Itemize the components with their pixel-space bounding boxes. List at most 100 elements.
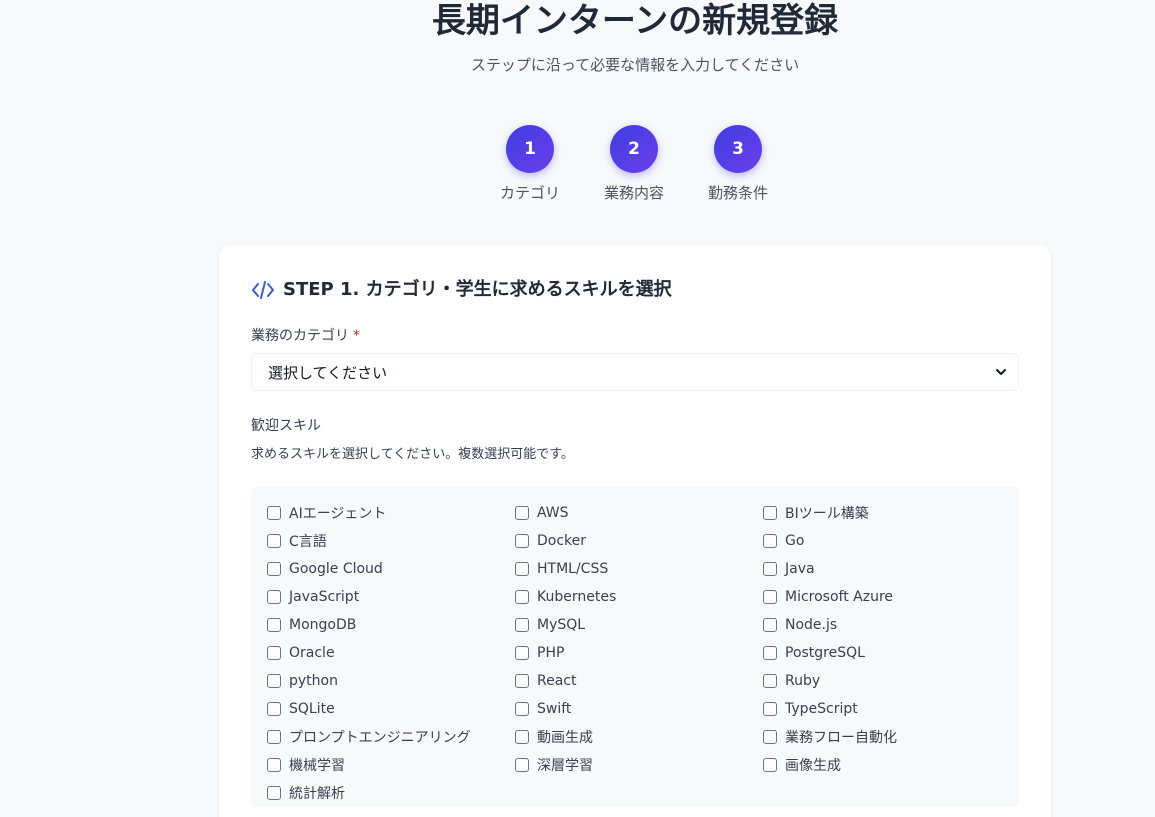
page-subtitle: ステップに沿って必要な情報を入力してください — [470, 56, 800, 74]
skills-label: 歓迎スキル — [251, 418, 321, 434]
skill-checkbox-item[interactable]: Docker — [515, 531, 586, 551]
skill-checkbox-item[interactable]: MongoDB — [267, 615, 356, 635]
skill-checkbox[interactable] — [267, 758, 281, 772]
skill-label: Google Cloud — [289, 561, 383, 577]
step-1[interactable]: 1 カテゴリ — [480, 125, 580, 203]
skill-checkbox[interactable] — [515, 590, 529, 604]
skill-checkbox-item[interactable]: Swift — [515, 699, 571, 719]
category-select-value: 選択してください — [268, 363, 388, 382]
skill-checkbox-item[interactable]: プロンプトエンジニアリング — [267, 727, 471, 747]
skill-checkbox[interactable] — [515, 702, 529, 716]
step-3-label: 勤務条件 — [707, 184, 768, 202]
skill-checkbox-item[interactable]: TypeScript — [763, 699, 858, 719]
skill-checkbox-item[interactable]: python — [267, 671, 338, 691]
skill-label: AWS — [537, 505, 569, 521]
skill-label: BIツール構築 — [785, 506, 869, 522]
step-3[interactable]: 3 勤務条件 — [688, 125, 788, 203]
category-label: 業務のカテゴリ * — [251, 325, 360, 345]
skill-checkbox[interactable] — [763, 702, 777, 716]
skill-checkbox-item[interactable]: 画像生成 — [763, 755, 841, 775]
skill-checkbox-item[interactable]: BIツール構築 — [763, 503, 869, 523]
skill-checkbox[interactable] — [515, 618, 529, 632]
skill-checkbox[interactable] — [515, 534, 529, 548]
skill-checkbox[interactable] — [267, 730, 281, 744]
skill-checkbox[interactable] — [763, 646, 777, 660]
skill-label: Ruby — [785, 673, 821, 689]
skill-checkbox[interactable] — [267, 590, 281, 604]
category-select[interactable]: 選択してください — [251, 353, 1019, 391]
step-2-label: 業務内容 — [603, 184, 664, 202]
skill-label: JavaScript — [289, 589, 360, 605]
skill-checkbox-item[interactable]: SQLite — [267, 699, 335, 719]
skill-checkbox-item[interactable]: Oracle — [267, 643, 335, 663]
skill-checkbox-item[interactable]: HTML/CSS — [515, 559, 608, 579]
skill-label: Node.js — [785, 617, 838, 633]
skill-label: 機械学習 — [289, 758, 345, 774]
skill-checkbox[interactable] — [515, 646, 529, 660]
skill-checkbox-item[interactable]: Google Cloud — [267, 559, 383, 579]
skill-checkbox-item[interactable]: 深層学習 — [515, 755, 593, 775]
skill-checkbox[interactable] — [763, 758, 777, 772]
skill-checkbox[interactable] — [267, 506, 281, 520]
skill-label: C言語 — [289, 534, 327, 550]
skill-label: 画像生成 — [785, 758, 841, 774]
skill-checkbox-item[interactable]: 機械学習 — [267, 755, 345, 775]
skill-checkbox[interactable] — [267, 534, 281, 548]
page-title: 長期インターンの新規登録 — [431, 1, 839, 41]
skill-label: Oracle — [289, 645, 335, 661]
skill-checkbox-item[interactable]: MySQL — [515, 615, 585, 635]
skill-checkbox[interactable] — [763, 590, 777, 604]
page: 長期インターンの新規登録 ステップに沿って必要な情報を入力してください 1 カテ… — [0, 0, 1155, 817]
skill-label: 統計解析 — [289, 786, 345, 802]
step-2[interactable]: 2 業務内容 — [584, 125, 684, 203]
skill-label: React — [537, 673, 577, 689]
skill-checkbox[interactable] — [515, 730, 529, 744]
skill-checkbox-item[interactable]: PostgreSQL — [763, 643, 865, 663]
skill-checkbox[interactable] — [515, 758, 529, 772]
skill-checkbox[interactable] — [267, 562, 281, 576]
skills-help: 求めるスキルを選択してください。複数選択可能です。 — [251, 447, 574, 462]
skill-label: 業務フロー自動化 — [785, 730, 897, 746]
skill-label: PostgreSQL — [785, 645, 865, 661]
skill-label: python — [289, 673, 338, 689]
step-1-label: カテゴリ — [499, 184, 560, 202]
skill-checkbox[interactable] — [267, 702, 281, 716]
skill-checkbox[interactable] — [515, 506, 529, 520]
skill-checkbox[interactable] — [267, 646, 281, 660]
skills-checkbox-group: AIエージェント AWS BIツール構築 C言語 Docker Go Google Clou… — [251, 487, 1019, 807]
skill-checkbox-item[interactable]: 業務フロー自動化 — [763, 727, 897, 747]
skill-checkbox-item[interactable]: C言語 — [267, 531, 327, 551]
skill-label: 動画生成 — [537, 730, 593, 746]
skill-label: Microsoft Azure — [785, 589, 894, 605]
skill-checkbox-item[interactable]: AWS — [515, 503, 569, 523]
skill-checkbox-item[interactable]: Kubernetes — [515, 587, 616, 607]
step-1-circle: 1 — [506, 125, 554, 173]
skill-checkbox-item[interactable]: 動画生成 — [515, 727, 593, 747]
skill-checkbox-item[interactable]: PHP — [515, 643, 564, 663]
skill-checkbox-item[interactable]: React — [515, 671, 576, 691]
skill-label: MongoDB — [289, 617, 357, 633]
skill-checkbox[interactable] — [515, 674, 529, 688]
skill-checkbox[interactable] — [763, 618, 777, 632]
skill-checkbox[interactable] — [763, 506, 777, 520]
skill-checkbox-item[interactable]: Java — [763, 559, 815, 579]
skill-checkbox[interactable] — [267, 786, 281, 800]
skill-checkbox[interactable] — [267, 674, 281, 688]
skill-checkbox-item[interactable]: 統計解析 — [267, 783, 345, 803]
skill-checkbox-item[interactable]: Go — [763, 531, 804, 551]
step-3-circle: 3 — [714, 125, 762, 173]
skill-checkbox-item[interactable]: Microsoft Azure — [763, 587, 893, 607]
skill-checkbox-item[interactable]: JavaScript — [267, 587, 359, 607]
skill-checkbox-item[interactable]: Ruby — [763, 671, 820, 691]
skill-checkbox[interactable] — [763, 730, 777, 744]
skill-checkbox-item[interactable]: AIエージェント — [267, 503, 386, 523]
skill-checkbox-item[interactable]: Node.js — [763, 615, 837, 635]
skill-checkbox[interactable] — [763, 674, 777, 688]
skill-label: Docker — [537, 533, 587, 549]
skill-checkbox[interactable] — [763, 534, 777, 548]
skill-checkbox[interactable] — [515, 562, 529, 576]
skill-checkbox[interactable] — [763, 562, 777, 576]
skill-label: SQLite — [289, 701, 335, 717]
skill-checkbox[interactable] — [267, 618, 281, 632]
skill-label: Java — [785, 561, 815, 577]
